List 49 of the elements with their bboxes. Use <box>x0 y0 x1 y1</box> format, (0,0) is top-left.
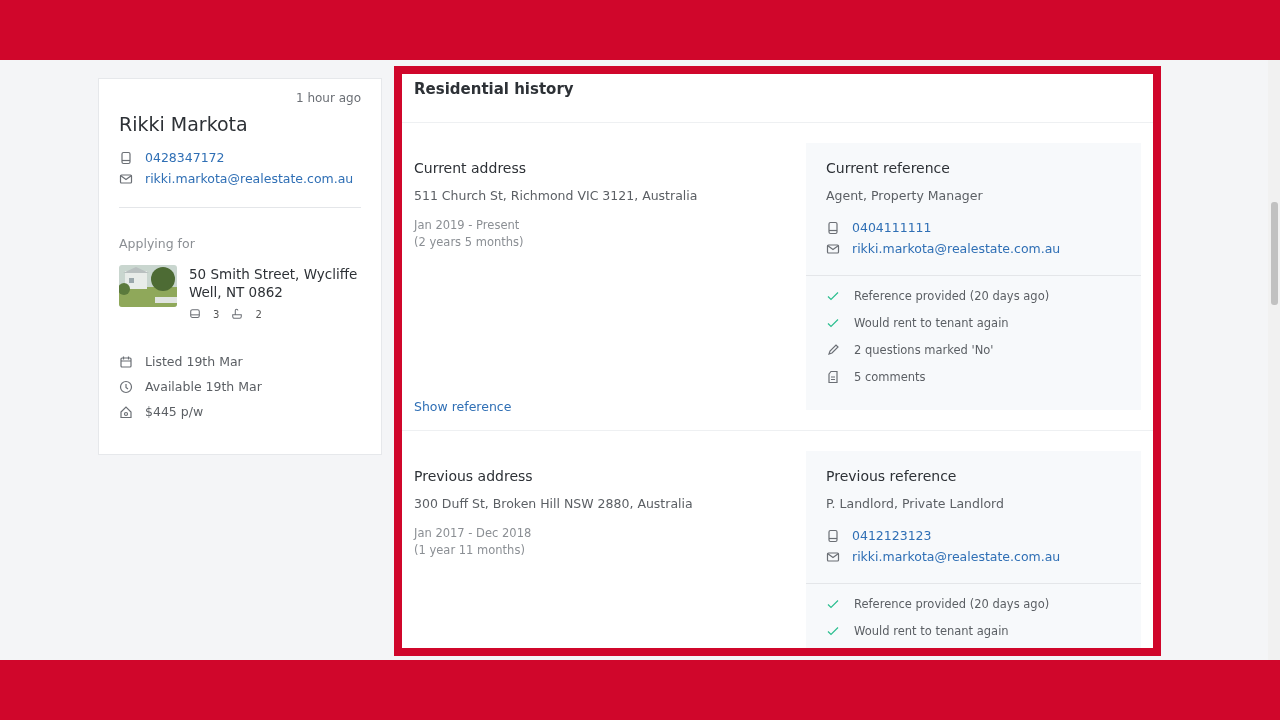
address-heading: Current address <box>414 160 528 176</box>
house-icon <box>119 404 133 419</box>
date-range: Jan 2019 - Present <box>414 217 521 234</box>
email-link[interactable]: rikki.markota@realestate.com.au <box>852 549 1061 564</box>
reference-status: 2 questions marked 'No' <box>854 342 994 357</box>
duration-text: (2 years 5 months) <box>414 234 525 251</box>
phone-link[interactable]: 0404111111 <box>852 220 932 235</box>
scroll-thumb[interactable] <box>1271 202 1278 305</box>
mail-icon <box>826 241 840 256</box>
phone-icon <box>826 220 840 235</box>
reference-status: 5 comments <box>854 369 926 384</box>
referee-text: P. Landlord, Private Landlord <box>826 496 1005 511</box>
reference-heading: Current reference <box>826 160 951 176</box>
mail-icon <box>119 171 133 186</box>
show-reference-link[interactable]: Show reference <box>414 399 786 414</box>
phone-link[interactable]: 0412123123 <box>852 528 932 543</box>
phone-link[interactable]: 0428347172 <box>145 150 225 165</box>
reference-status: Would rent to tenant again <box>854 623 1009 638</box>
document-icon <box>826 369 840 384</box>
bath-icon <box>231 308 244 320</box>
reference-status: Reference provided (20 days ago) <box>854 596 1050 611</box>
mail-icon <box>826 549 840 564</box>
phone-icon <box>119 150 133 165</box>
pencil-icon <box>826 342 840 357</box>
date-range: Jan 2017 - Dec 2018 <box>414 525 533 542</box>
listing-fact: Listed 19th Mar <box>145 354 243 369</box>
clock-icon <box>119 379 133 394</box>
referee-text: Agent, Property Manager <box>826 188 984 203</box>
bath-count: 2 <box>255 308 262 320</box>
address-heading: Previous address <box>414 468 534 484</box>
bed-count: 3 <box>213 308 220 320</box>
listing-fact: Available 19th Mar <box>145 379 262 394</box>
listing-fact: $445 p/w <box>145 404 204 419</box>
reference-heading: Previous reference <box>826 468 958 484</box>
phone-icon <box>826 528 840 543</box>
applicant-name: Rikki Markota <box>119 113 249 135</box>
bed-icon <box>189 308 201 320</box>
email-link[interactable]: rikki.markota@realestate.com.au <box>145 171 354 186</box>
reference-status: Would rent to tenant again <box>854 315 1009 330</box>
address-text: 511 Church St, Richmond VIC 3121, Australia <box>414 188 699 203</box>
duration-text: (1 year 11 months) <box>414 542 526 559</box>
reference-status: Reference provided (20 days ago) <box>854 288 1050 303</box>
time-ago: 1 hour ago <box>295 91 361 105</box>
property-address: 50 Smith Street, Wycliffe Well, NT 0862 <box>189 265 359 301</box>
panel-title: Residential history <box>402 74 1153 123</box>
section-label: Applying for <box>119 236 196 251</box>
calendar-icon <box>119 354 133 369</box>
address-text: 300 Duff St, Broken Hill NSW 2880, Australia <box>414 496 694 511</box>
email-link[interactable]: rikki.markota@realestate.com.au <box>852 241 1061 256</box>
